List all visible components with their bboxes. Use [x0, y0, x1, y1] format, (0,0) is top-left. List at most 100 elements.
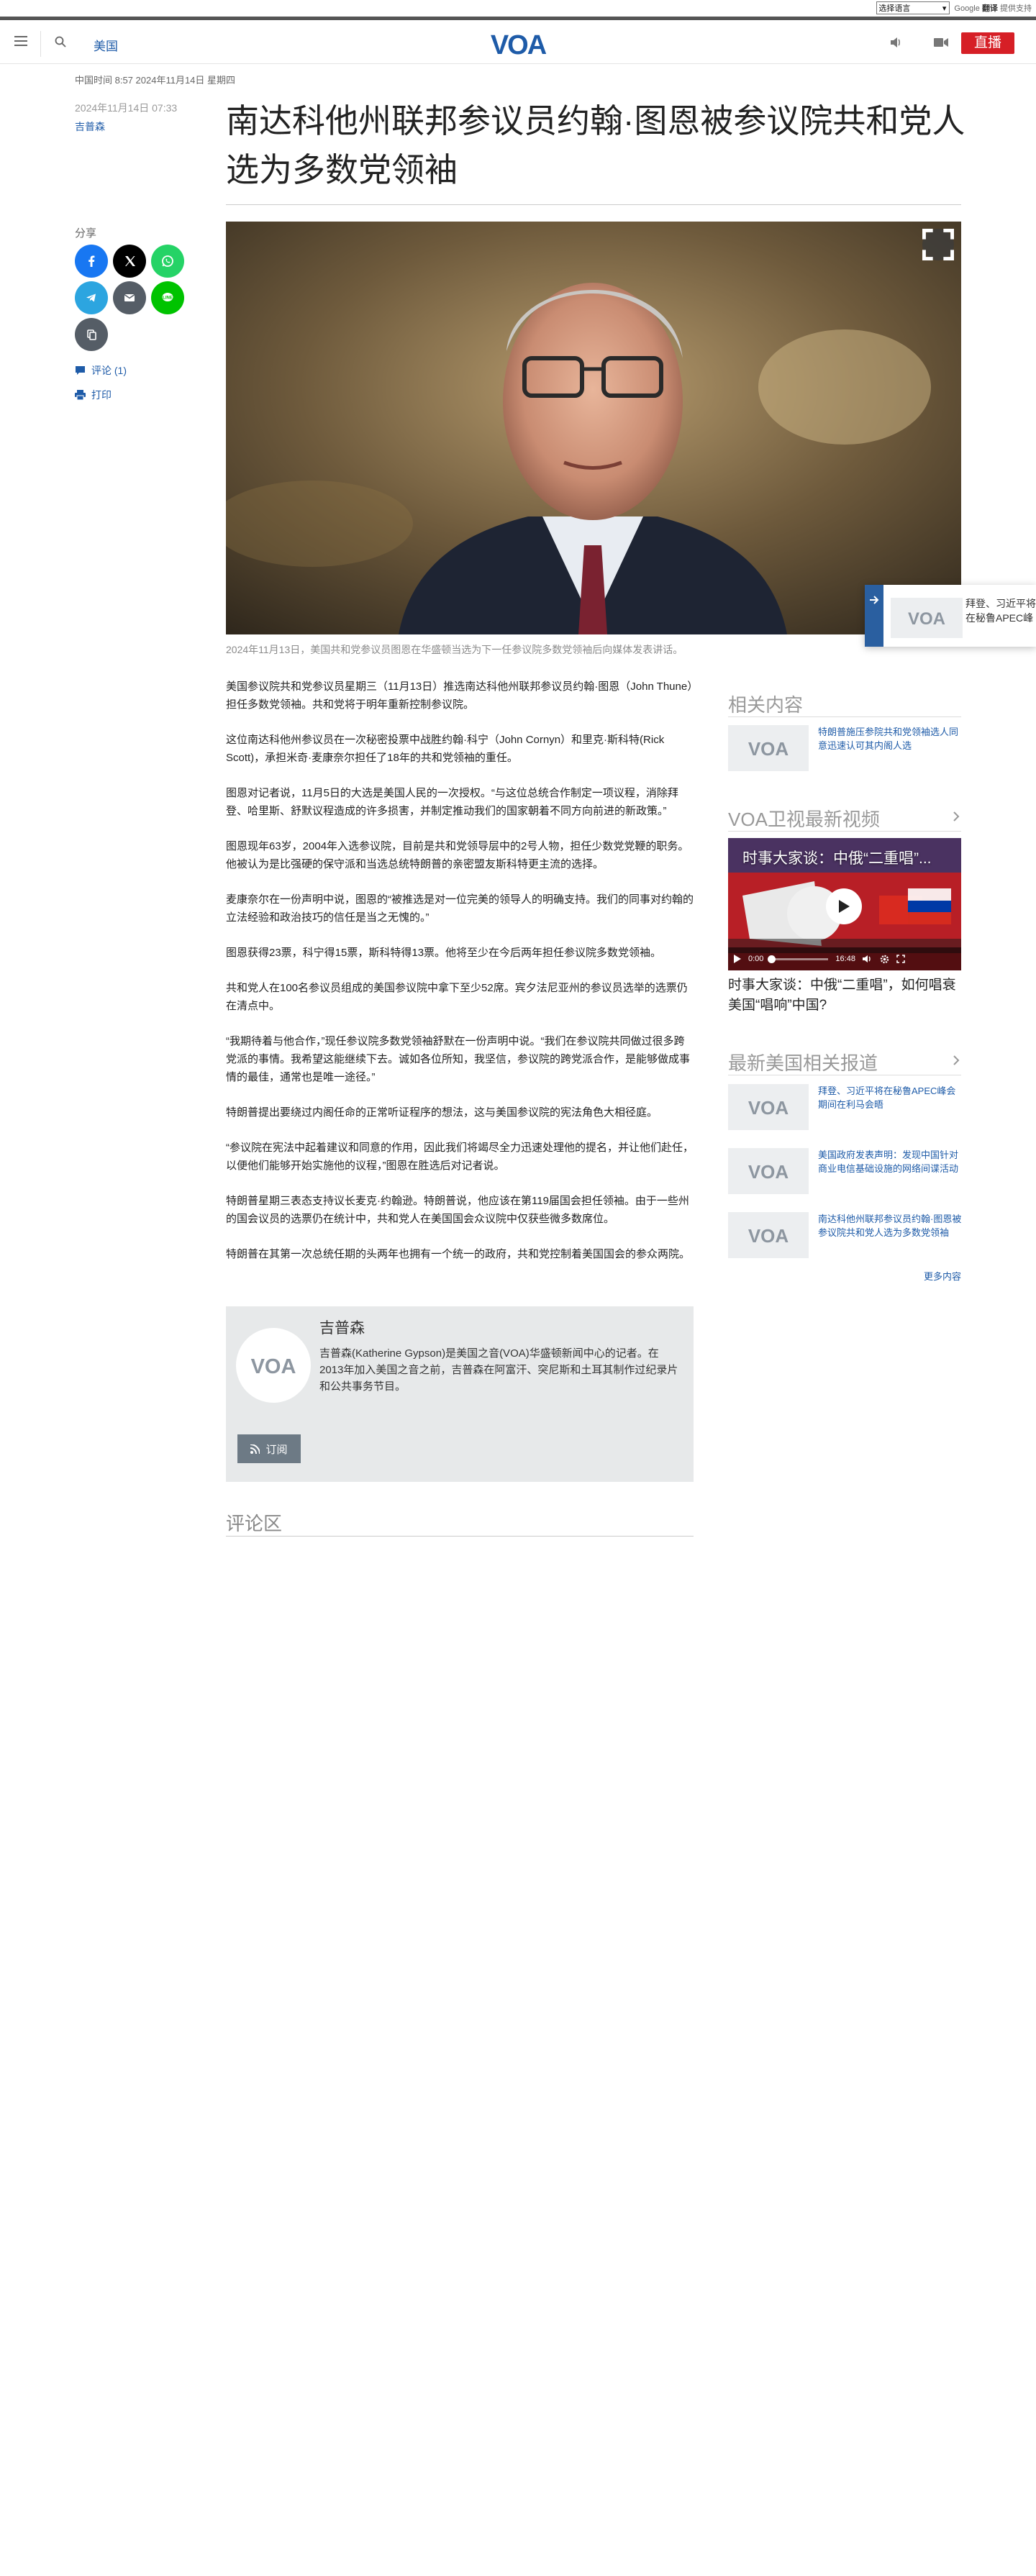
- svg-text:VOA: VOA: [748, 1097, 789, 1117]
- paragraph: “参议院在宪法中起着建议和同意的作用，因此我们将竭尽全力迅速处理他的提名，并让他…: [226, 1142, 694, 1172]
- comment-link[interactable]: 评论 (1): [75, 363, 127, 378]
- senator-photo-illustration: [226, 222, 961, 634]
- list-item[interactable]: VOA 南达科他州联邦参议员约翰·图恩被参议院共和党人选为多数党领袖: [728, 1212, 961, 1260]
- video-camera-icon[interactable]: [934, 37, 948, 47]
- paragraph: 图恩对记者说，11月5日的大选是美国人民的一次授权。“与这位总统合作制定一项议程…: [226, 787, 678, 817]
- whatsapp-icon: [162, 255, 173, 267]
- share-telegram-button[interactable]: [75, 281, 108, 314]
- author-bio: 吉普森(Katherine Gypson)是美国之音(VOA)华盛顿新闻中心的记…: [319, 1347, 678, 1393]
- video-caption[interactable]: 时事大家谈：中俄“二重唱”，如何唱衰美国“唱响”中国?: [728, 975, 961, 1016]
- menu-icon[interactable]: [14, 36, 27, 46]
- subscribe-label: 订阅: [265, 1443, 288, 1456]
- thumbnail-placeholder: VOA: [728, 725, 809, 771]
- list-item-title: 拜登、习近平将在秘鲁APEC峰会期间在利马会晤: [818, 1086, 956, 1110]
- thumbnail-placeholder: VOA: [728, 1212, 809, 1258]
- paragraph: 特朗普提出要绕过内阁任命的正常听证程序的想法，这与美国参议院的宪法角色大相径庭。: [226, 1106, 658, 1119]
- play-button[interactable]: [826, 888, 862, 924]
- video-progress-bar[interactable]: [768, 955, 829, 963]
- chevron-right-icon[interactable]: [951, 811, 961, 822]
- voa-logo[interactable]: VOA: [482, 27, 554, 61]
- comment-link-label: 评论 (1): [91, 365, 127, 376]
- video-heading[interactable]: VOA卫视最新视频: [728, 805, 880, 832]
- subscribe-button[interactable]: 订阅: [237, 1434, 301, 1463]
- search-icon[interactable]: [55, 36, 66, 47]
- x-icon: [125, 256, 135, 266]
- photo-caption: 2024年11月13日，美国共和党参议员图恩在华盛顿当选为下一任参议院多数党领袖…: [226, 644, 683, 655]
- share-facebook-button[interactable]: [75, 245, 108, 278]
- settings-gear-icon[interactable]: [880, 955, 889, 964]
- translate-bar: 选择语言 ▾ Google 翻译 提供支持: [0, 0, 1036, 20]
- progress-knob[interactable]: [768, 955, 776, 963]
- paragraph: 美国参议院共和党参议员星期三（11月13日）推选南达科他州联邦参议员约翰·图恩（…: [226, 681, 693, 711]
- thumbnail-placeholder: VOA: [728, 1148, 809, 1194]
- print-link[interactable]: 打印: [75, 388, 112, 402]
- paragraph: 共和党人在100名参议员组成的美国参议院中拿下至少52席。宾夕法尼亚州的参议员选…: [226, 982, 688, 1012]
- share-whatsapp-button[interactable]: [151, 245, 184, 278]
- divider: [728, 831, 961, 832]
- fullscreen-button[interactable]: [922, 229, 954, 260]
- paragraph: “我期待着与他合作，”现任参议院多数党领袖舒默在一份声明中说。“我们在参议院共同…: [226, 1035, 691, 1083]
- list-item-title: 特朗普施压参院共和党领袖选人同意迅速认可其内阁人选: [818, 727, 959, 751]
- audio-icon[interactable]: [889, 36, 902, 49]
- video-total-time: 16:48: [835, 955, 855, 963]
- floating-preview-title: 拜登、习近平将在秘鲁APEC峰会期间在利马会晤: [965, 598, 1036, 624]
- share-label: 分享: [75, 227, 97, 240]
- video-current-time: 0:00: [748, 955, 764, 963]
- chevron-right-icon[interactable]: [951, 1055, 961, 1065]
- svg-text:VOA: VOA: [908, 609, 945, 627]
- rss-icon: [250, 1444, 260, 1454]
- share-line-button[interactable]: LINE: [151, 281, 184, 314]
- svg-text:LINE: LINE: [163, 296, 173, 301]
- copy-icon: [87, 329, 96, 340]
- floating-related-preview[interactable]: VOA 拜登、习近平将在秘鲁APEC峰会期间在利马会晤: [865, 585, 1036, 647]
- share-x-button[interactable]: [113, 245, 146, 278]
- paragraph: 这位南达科他州参议员在一次秘密投票中战胜约翰·科宁（John Cornyn）和里…: [226, 734, 665, 764]
- comments-heading: 评论区: [226, 1513, 283, 1534]
- svg-text:VOA: VOA: [748, 1225, 789, 1245]
- volume-icon[interactable]: [862, 955, 873, 963]
- related-heading: 相关内容: [728, 694, 804, 716]
- divider: [728, 716, 961, 717]
- arrow-right-icon: [865, 585, 883, 647]
- author-card: VOA 吉普森 吉普森(Katherine Gypson)是美国之音(VOA)华…: [226, 1306, 694, 1482]
- thumbnail-placeholder: VOA: [891, 598, 963, 638]
- section-link[interactable]: 美国: [94, 36, 118, 54]
- hero-photo: [226, 222, 961, 634]
- copy-link-button[interactable]: [75, 318, 108, 351]
- thumbnail-placeholder: VOA: [728, 1084, 809, 1130]
- translate-label: 翻译: [981, 4, 998, 13]
- translate-widget: 选择语言 ▾ Google 翻译 提供支持: [876, 1, 1032, 14]
- line-icon: LINE: [162, 293, 173, 301]
- list-item[interactable]: VOA 拜登、习近平将在秘鲁APEC峰会期间在利马会晤: [728, 1084, 961, 1132]
- author-name[interactable]: 吉普森: [319, 1316, 365, 1338]
- language-select-label: 选择语言: [878, 4, 911, 13]
- list-item[interactable]: VOA 美国政府发表声明：发现中国针对商业电信基础设施的网络间谍活动: [728, 1148, 961, 1196]
- publish-date: 2024年11月14日 07:33: [75, 102, 178, 114]
- google-label: Google: [954, 4, 980, 13]
- divider: [226, 204, 961, 205]
- video-player[interactable]: 时事大家谈：中俄“二重唱”... 0:00 16:48: [728, 838, 961, 970]
- play-icon[interactable]: [734, 955, 741, 963]
- paragraph: 特朗普星期三表态支持议长麦克·约翰逊。特朗普说，他应该在第119届国会担任领袖。…: [226, 1195, 689, 1225]
- expand-icon: [922, 229, 954, 260]
- comment-icon: [76, 366, 85, 375]
- list-item[interactable]: VOA 特朗普施压参院共和党领袖选人同意迅速认可其内阁人选: [728, 725, 961, 773]
- svg-text:VOA: VOA: [748, 738, 789, 758]
- author-link[interactable]: 吉普森: [75, 119, 105, 134]
- video-controls: 0:00 16:48: [728, 947, 961, 970]
- svg-text:VOA: VOA: [748, 1161, 789, 1181]
- fullscreen-icon[interactable]: [896, 955, 905, 963]
- paragraph: 图恩现年63岁，2004年入选参议院，目前是共和党领导层中的2号人物，担任少数党…: [226, 840, 689, 870]
- share-email-button[interactable]: [113, 281, 146, 314]
- live-button[interactable]: 直播: [961, 32, 1014, 54]
- powered-label: 提供支持: [1000, 4, 1032, 13]
- header-divider: [40, 31, 41, 57]
- print-link-label: 打印: [91, 389, 112, 401]
- avatar[interactable]: VOA: [236, 1328, 311, 1403]
- latest-heading[interactable]: 最新美国相关报道: [728, 1049, 878, 1075]
- play-icon: [839, 900, 850, 913]
- language-select[interactable]: 选择语言 ▾: [876, 1, 950, 14]
- more-link[interactable]: 更多内容: [924, 1269, 961, 1283]
- paragraph: 特朗普在其第一次总统任期的头两年也拥有一个统一的政府，共和党控制着美国国会的参众…: [226, 1248, 691, 1260]
- article-body: 美国参议院共和党参议员星期三（11月13日）推选南达科他州联邦参议员约翰·图恩（…: [226, 678, 694, 1280]
